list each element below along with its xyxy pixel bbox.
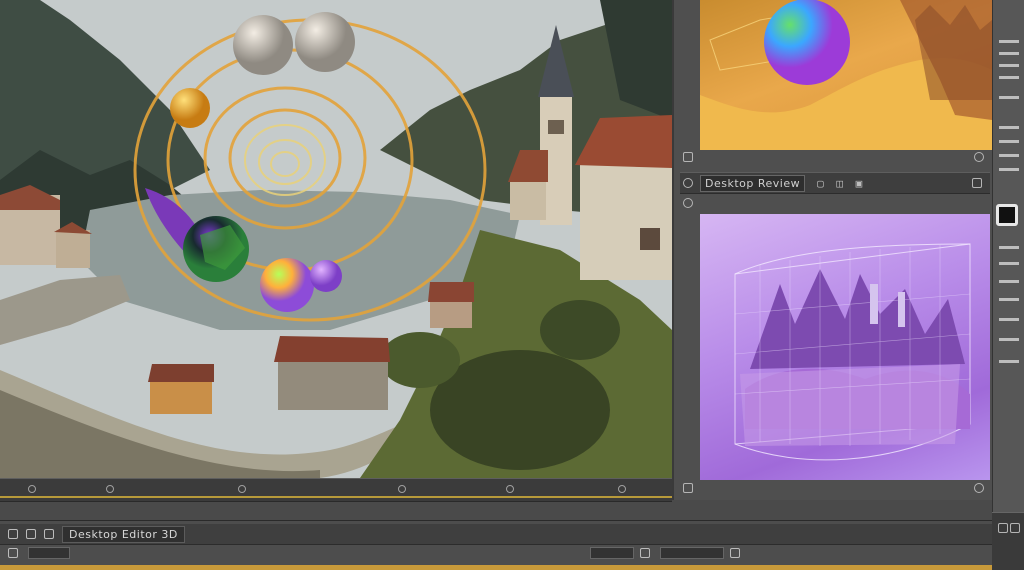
zoom-field[interactable] [590, 547, 634, 559]
panel-expand-button[interactable] [972, 178, 982, 188]
panel-title: Desktop Review [700, 174, 806, 192]
panel-b-options-button[interactable] [683, 483, 693, 493]
bottom-right-panel [992, 512, 1024, 570]
record-icon[interactable] [996, 204, 1018, 226]
panel-a-options-button[interactable] [683, 152, 693, 162]
wireframe-illustration [734, 243, 971, 461]
bottom-toolbar: Desktop Editor 3D [0, 524, 992, 545]
sidebar-item[interactable] [999, 52, 1019, 55]
sidebar-item[interactable] [999, 64, 1019, 67]
panel-tool-icons[interactable]: ▢ ◫ ▣ [817, 177, 865, 190]
timeline-marker[interactable] [506, 485, 514, 493]
sidebar-item[interactable] [999, 40, 1019, 43]
viewport-accent-line [0, 496, 672, 498]
grid-icon[interactable] [8, 529, 18, 539]
sidebar-item[interactable] [999, 140, 1019, 143]
play-icon[interactable] [8, 548, 18, 558]
toolbar-label: Desktop Editor 3D [62, 525, 185, 543]
wireframe-preview-panel[interactable] [700, 214, 990, 480]
sidebar-item[interactable] [999, 338, 1019, 341]
folder-icon[interactable] [44, 529, 54, 539]
scene-illustration [0, 0, 672, 478]
timeline-marker[interactable] [398, 485, 406, 493]
viewport-timeline-strip[interactable] [0, 478, 672, 502]
timeline-marker[interactable] [106, 485, 114, 493]
export-button[interactable] [1010, 523, 1020, 533]
close-icon[interactable] [730, 548, 740, 558]
sidebar-item[interactable] [999, 96, 1019, 99]
sidebar-item[interactable] [999, 76, 1019, 79]
sidebar-item[interactable] [999, 318, 1019, 321]
sidebar-item[interactable] [999, 262, 1019, 265]
editor-window: Desktop Review ▢ ◫ ▣ Desktop Editor 3D [0, 0, 1024, 570]
sidebar-item[interactable] [999, 126, 1019, 129]
panel-header: Desktop Review ▢ ◫ ▣ [680, 172, 990, 194]
snapshot-button[interactable] [998, 523, 1008, 533]
sidebar-item[interactable] [999, 154, 1019, 157]
gear-icon[interactable] [683, 198, 693, 208]
sidebar-item[interactable] [999, 360, 1019, 363]
panel-settings-icon[interactable] [683, 178, 693, 188]
sidebar-item[interactable] [999, 246, 1019, 249]
panel-b-close-button[interactable] [974, 483, 984, 493]
sidebar-item[interactable] [999, 298, 1019, 301]
timeline-bar[interactable] [0, 565, 992, 570]
sphere-preview-illustration [700, 0, 992, 150]
timeline-marker[interactable] [28, 485, 36, 493]
settings-icon[interactable] [640, 548, 650, 558]
timeline-marker[interactable] [618, 485, 626, 493]
timeline-marker[interactable] [238, 485, 246, 493]
audio-field[interactable] [660, 547, 724, 559]
panel-a-close-button[interactable] [974, 152, 984, 162]
bottom-controls-row [0, 544, 992, 562]
right-sidebar [992, 0, 1024, 570]
sphere-preview-panel[interactable] [700, 0, 992, 150]
sidebar-item[interactable] [999, 168, 1019, 171]
sidebar-item[interactable] [999, 280, 1019, 283]
layers-icon[interactable] [26, 529, 36, 539]
time-field[interactable] [28, 547, 70, 559]
main-viewport[interactable] [0, 0, 672, 478]
